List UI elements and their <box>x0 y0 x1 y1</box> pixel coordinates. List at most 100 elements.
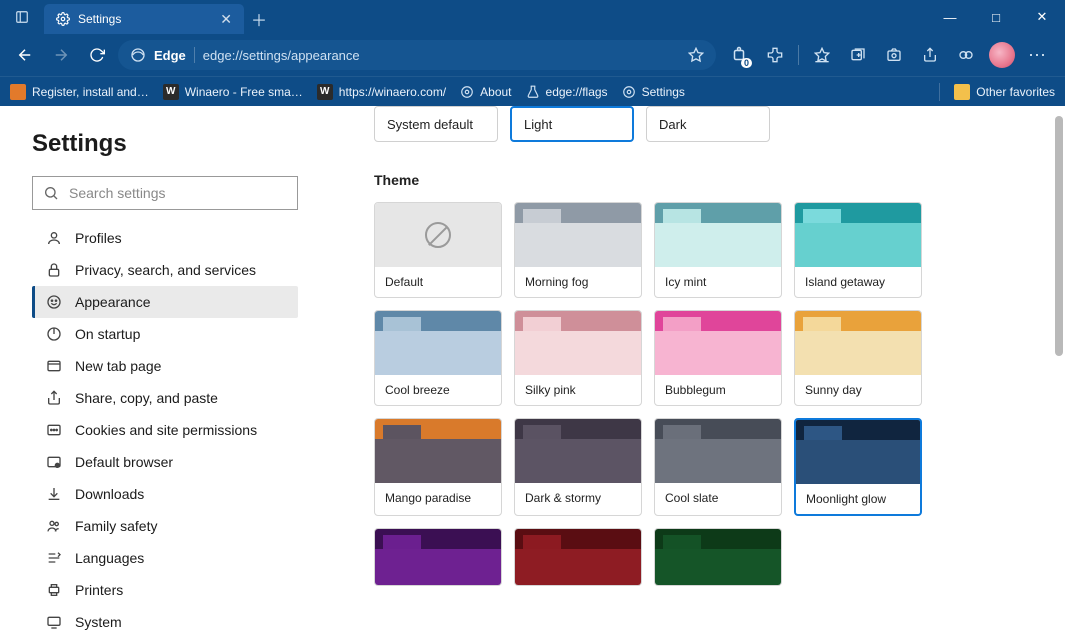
theme-preview <box>655 419 781 483</box>
edge-logo-icon <box>130 47 146 63</box>
sidebar-item-icon <box>45 262 63 278</box>
sidebar-item-icon <box>45 390 63 406</box>
theme-card[interactable]: Sunny day <box>794 310 922 406</box>
theme-label: Moonlight glow <box>796 484 920 514</box>
sidebar-item-appearance[interactable]: Appearance <box>32 286 298 318</box>
bookmark-item[interactable]: WWinaero - Free sma… <box>163 84 303 100</box>
sidebar-item-label: Default browser <box>75 454 173 470</box>
sidebar-item-system[interactable]: System <box>32 606 298 638</box>
content-scrollbar-thumb[interactable] <box>1055 116 1063 356</box>
bookmark-favicon: W <box>163 84 179 100</box>
theme-card[interactable] <box>514 528 642 586</box>
share-button[interactable] <box>913 40 947 70</box>
theme-card[interactable]: Default <box>374 202 502 298</box>
theme-card[interactable]: Cool breeze <box>374 310 502 406</box>
search-input[interactable]: Search settings <box>32 176 298 210</box>
theme-card[interactable]: Moonlight glow <box>794 418 922 516</box>
sidebar-item-default-browser[interactable]: Default browser <box>32 446 298 478</box>
content-scrollbar-track[interactable] <box>1051 106 1065 641</box>
sidebar-item-label: Languages <box>75 550 144 566</box>
performance-button[interactable] <box>949 40 983 70</box>
other-favorites[interactable]: Other favorites <box>954 84 1055 100</box>
color-mode-light[interactable]: Light <box>510 106 634 142</box>
extensions-button[interactable]: 0 <box>722 40 756 70</box>
theme-label: Sunny day <box>795 375 921 405</box>
theme-preview <box>515 529 641 586</box>
screenshot-button[interactable] <box>877 40 911 70</box>
theme-card[interactable]: Island getaway <box>794 202 922 298</box>
sidebar-item-languages[interactable]: Languages <box>32 542 298 574</box>
favorites-button[interactable] <box>805 40 839 70</box>
window-titlebar: Settings ✕ ＋ — □ ✕ <box>0 0 1065 34</box>
app-menu-button[interactable]: ⋯ <box>1021 40 1055 70</box>
bookmark-item[interactable]: About <box>460 85 511 99</box>
theme-card[interactable]: Morning fog <box>514 202 642 298</box>
address-bar[interactable]: Edge edge://settings/appearance <box>118 40 716 70</box>
bookmark-item[interactable]: edge://flags <box>526 85 608 99</box>
bookmark-favicon <box>10 84 26 100</box>
extensions-badge: 0 <box>741 58 752 68</box>
theme-preview <box>796 420 920 484</box>
sidebar-item-share-copy-and-paste[interactable]: Share, copy, and paste <box>32 382 298 414</box>
color-mode-dark[interactable]: Dark <box>646 106 770 142</box>
app-menu-icon[interactable] <box>0 0 44 34</box>
theme-card[interactable]: Bubblegum <box>654 310 782 406</box>
sidebar-item-label: Family safety <box>75 518 157 534</box>
settings-navlist: ProfilesPrivacy, search, and servicesApp… <box>32 222 298 638</box>
theme-label: Icy mint <box>655 267 781 297</box>
bookmark-item[interactable]: Settings <box>622 85 685 99</box>
sidebar-item-downloads[interactable]: Downloads <box>32 478 298 510</box>
theme-card[interactable] <box>374 528 502 586</box>
address-separator <box>194 47 195 63</box>
bookmark-item[interactable]: Register, install and… <box>10 84 149 100</box>
theme-card[interactable] <box>654 528 782 586</box>
theme-card[interactable]: Dark & stormy <box>514 418 642 516</box>
forward-button[interactable] <box>46 40 76 70</box>
close-window-button[interactable]: ✕ <box>1019 0 1065 34</box>
theme-card[interactable]: Silky pink <box>514 310 642 406</box>
sidebar-item-label: Printers <box>75 582 123 598</box>
color-mode-system-default[interactable]: System default <box>374 106 498 142</box>
theme-preview <box>655 529 781 586</box>
theme-label: Bubblegum <box>655 375 781 405</box>
sidebar-item-icon <box>45 486 63 502</box>
color-mode-row: System default Light Dark <box>374 106 1041 142</box>
sidebar-item-privacy-search-and-services[interactable]: Privacy, search, and services <box>32 254 298 286</box>
maximize-button[interactable]: □ <box>973 0 1019 34</box>
minimize-button[interactable]: — <box>927 0 973 34</box>
sidebar-item-profiles[interactable]: Profiles <box>32 222 298 254</box>
browser-tab[interactable]: Settings ✕ <box>44 4 244 34</box>
bookmark-divider <box>939 83 940 101</box>
sidebar-item-new-tab-page[interactable]: New tab page <box>32 350 298 382</box>
new-tab-button[interactable]: ＋ <box>244 4 274 34</box>
theme-preview <box>795 311 921 375</box>
theme-heading: Theme <box>374 172 1041 188</box>
close-tab-icon[interactable]: ✕ <box>220 11 232 28</box>
theme-label: Default <box>375 267 501 297</box>
bookmark-item[interactable]: Whttps://winaero.com/ <box>317 84 446 100</box>
profile-avatar[interactable] <box>985 40 1019 70</box>
sidebar-item-on-startup[interactable]: On startup <box>32 318 298 350</box>
theme-label: Cool breeze <box>375 375 501 405</box>
theme-label: Morning fog <box>515 267 641 297</box>
refresh-button[interactable] <box>82 40 112 70</box>
tab-title: Settings <box>78 12 121 26</box>
sidebar-item-printers[interactable]: Printers <box>32 574 298 606</box>
favorite-star-icon[interactable] <box>688 47 704 63</box>
theme-label: Mango paradise <box>375 483 501 513</box>
theme-preview <box>375 419 501 483</box>
theme-card[interactable]: Mango paradise <box>374 418 502 516</box>
sidebar-item-cookies-and-site-permissions[interactable]: Cookies and site permissions <box>32 414 298 446</box>
theme-card[interactable]: Icy mint <box>654 202 782 298</box>
sidebar-item-family-safety[interactable]: Family safety <box>32 510 298 542</box>
collections-button[interactable] <box>841 40 875 70</box>
extensions-menu-button[interactable] <box>758 40 792 70</box>
toolbar-divider <box>798 45 799 65</box>
theme-label: Silky pink <box>515 375 641 405</box>
back-button[interactable] <box>10 40 40 70</box>
sidebar-item-icon <box>45 582 63 598</box>
sidebar-item-icon <box>45 454 63 470</box>
bookmark-label: https://winaero.com/ <box>339 85 446 99</box>
sidebar-item-icon <box>45 422 63 438</box>
theme-card[interactable]: Cool slate <box>654 418 782 516</box>
